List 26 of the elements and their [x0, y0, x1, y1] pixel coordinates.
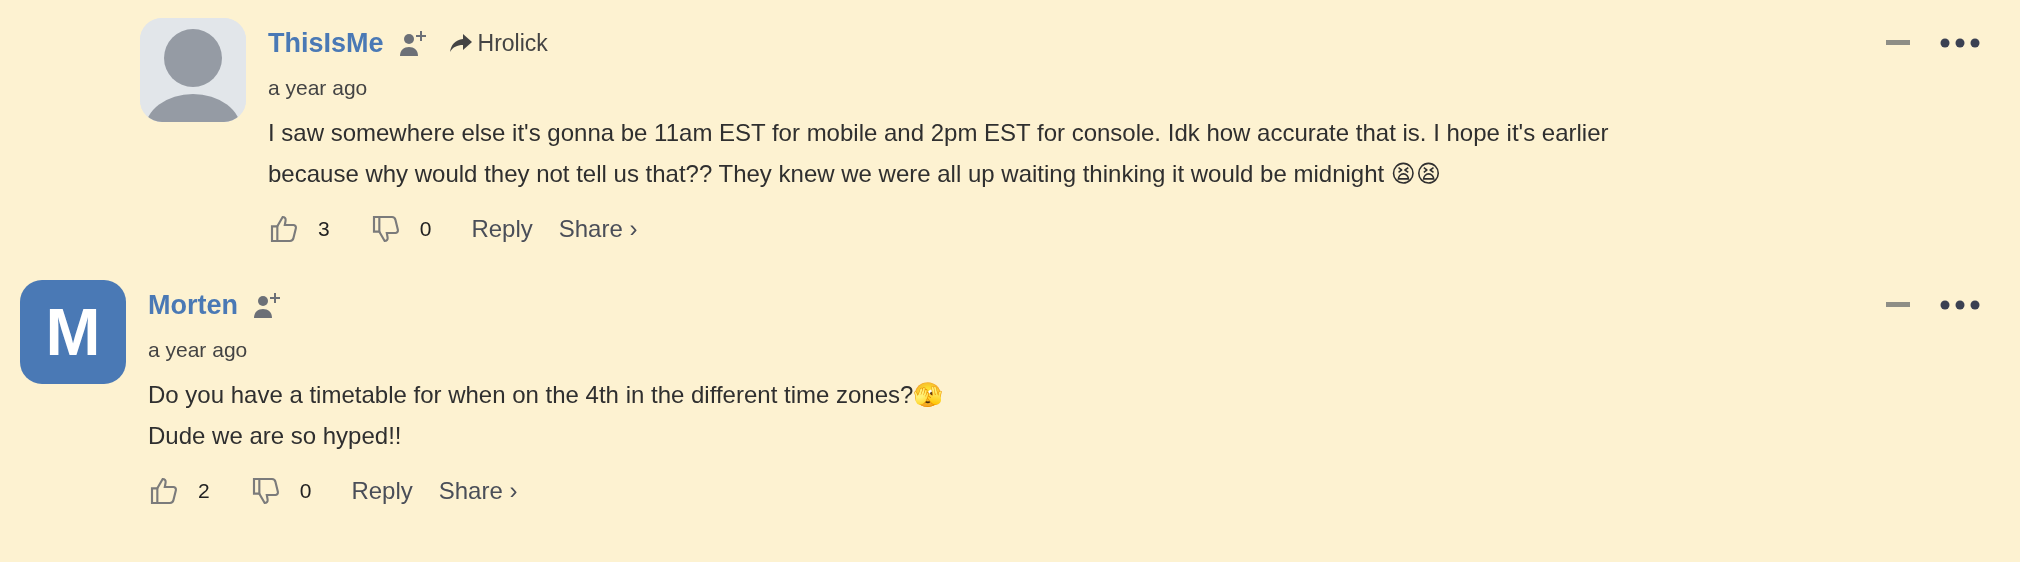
share-link[interactable]: Share › — [438, 477, 518, 505]
collapse-button[interactable] — [1886, 40, 1910, 46]
dislike-count: 0 — [419, 217, 432, 241]
author-name[interactable]: ThisIsMe — [268, 27, 384, 59]
avatar[interactable]: M — [20, 280, 126, 384]
more-options-icon[interactable] — [1940, 38, 1980, 48]
reply-link[interactable]: Reply — [351, 477, 413, 505]
reply-link[interactable]: Reply — [471, 215, 533, 243]
dislike-count: 0 — [299, 479, 312, 503]
avatar-letter: M — [45, 294, 101, 370]
collapse-button[interactable] — [1886, 302, 1910, 308]
share-link[interactable]: Share › — [558, 215, 638, 243]
thumbs-up-icon[interactable] — [148, 475, 180, 507]
comment-text: Do you have a timetable for when on the 4th in the different time zones?🫣 Dude we are so hyped!! — [148, 380, 945, 451]
like-count: 2 — [198, 479, 210, 503]
timestamp: a year ago — [268, 75, 369, 101]
timestamp: a year ago — [148, 337, 249, 363]
author-name[interactable]: Morten — [148, 289, 238, 321]
reply-arrow-icon — [449, 34, 472, 52]
reply-to-name[interactable]: Hrolick — [477, 29, 548, 57]
add-user-icon[interactable] — [397, 29, 428, 57]
thumbs-up-icon[interactable] — [268, 213, 300, 245]
comment-text: I saw somewhere else it's gonna be 11am EST for mobile and 2pm EST for console. Idk how accurate that is. I hope it's earlier because why would they not tell us that?? They knew we were all up waiting thinking it would be midnight 😫😫 — [268, 118, 1610, 189]
more-options-icon[interactable] — [1940, 300, 1980, 310]
add-user-icon[interactable] — [252, 291, 282, 319]
like-count: 3 — [318, 217, 330, 241]
